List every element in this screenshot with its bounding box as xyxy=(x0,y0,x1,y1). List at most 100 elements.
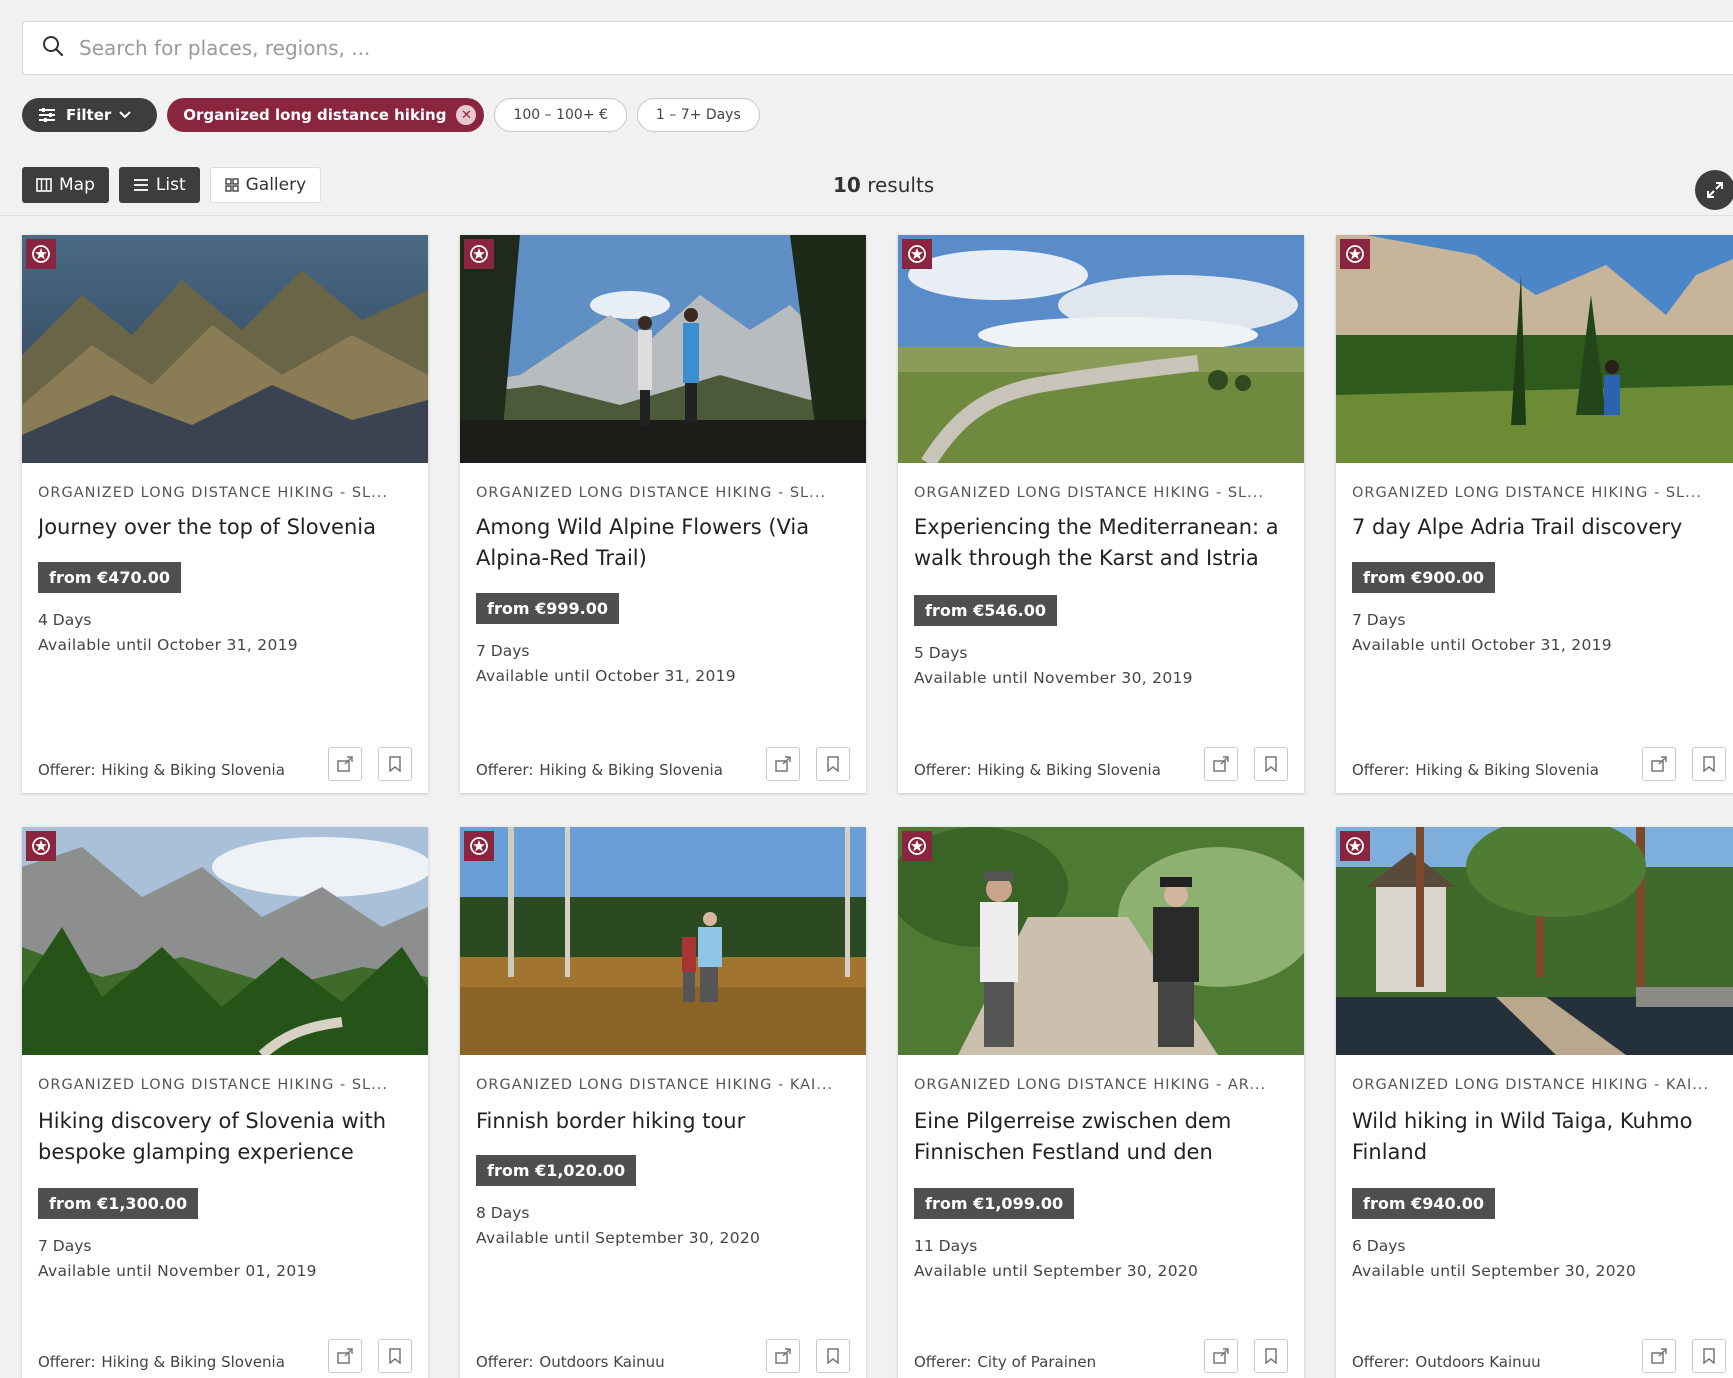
bookmark-icon xyxy=(1703,756,1715,772)
tour-title[interactable]: Experiencing the Mediterranean: a walk t… xyxy=(914,512,1289,576)
share-icon xyxy=(337,1348,353,1364)
tour-card[interactable]: ORGANIZED LONG DISTANCE HIKING - AR... E… xyxy=(898,827,1304,1378)
list-icon xyxy=(133,179,148,191)
bookmark-button[interactable] xyxy=(378,1339,412,1373)
offerer-name[interactable]: Outdoors Kainuu xyxy=(1415,1353,1540,1371)
filter-chips: Filter Organized long distance hiking ✕ … xyxy=(22,98,760,132)
gallery-icon xyxy=(224,178,239,192)
share-button[interactable] xyxy=(328,1339,362,1373)
results-number: 10 xyxy=(833,173,861,197)
organized-hiking-badge-icon xyxy=(902,239,932,269)
tour-photo xyxy=(22,827,428,1055)
organized-hiking-badge-icon xyxy=(464,239,494,269)
offerer-label: Offerer: xyxy=(38,1353,96,1371)
list-view-label: List xyxy=(155,175,186,195)
remove-filter-icon[interactable]: ✕ xyxy=(456,105,477,125)
tour-offerer: Offerer: Outdoors Kainuu xyxy=(476,1353,665,1371)
price-range-chip[interactable]: 100 – 100+ € xyxy=(494,98,627,132)
tour-card[interactable]: ORGANIZED LONG DISTANCE HIKING - SL... A… xyxy=(460,235,866,793)
tour-duration: 7 Days xyxy=(38,1237,92,1255)
bookmark-icon xyxy=(1265,756,1277,772)
organized-hiking-badge-icon xyxy=(26,239,56,269)
tour-card[interactable]: ORGANIZED LONG DISTANCE HIKING - KAI... … xyxy=(460,827,866,1378)
sliders-icon xyxy=(39,108,55,122)
tour-availability: Available until November 30, 2019 xyxy=(914,669,1193,687)
offerer-label: Offerer: xyxy=(476,1353,534,1371)
share-icon xyxy=(1213,1348,1229,1364)
tour-duration: 4 Days xyxy=(38,611,92,629)
tour-duration: 8 Days xyxy=(476,1204,530,1222)
tour-card[interactable]: ORGANIZED LONG DISTANCE HIKING - SL... E… xyxy=(898,235,1304,793)
share-button[interactable] xyxy=(328,747,362,781)
view-switcher: Map List Gallery xyxy=(22,167,322,203)
tour-title[interactable]: Eine Pilgerreise zwischen dem Finnischen… xyxy=(914,1106,1289,1170)
search-bar[interactable] xyxy=(22,21,1733,75)
tour-duration: 5 Days xyxy=(914,644,968,662)
tour-category: ORGANIZED LONG DISTANCE HIKING - KAI... xyxy=(1352,1077,1710,1093)
active-category-chip[interactable]: Organized long distance hiking ✕ xyxy=(167,98,485,132)
offerer-name[interactable]: Hiking & Biking Slovenia xyxy=(977,761,1161,779)
share-button[interactable] xyxy=(1642,1339,1676,1373)
organized-hiking-badge-icon xyxy=(26,831,56,861)
tour-card[interactable]: ORGANIZED LONG DISTANCE HIKING - SL... H… xyxy=(22,827,428,1378)
tour-offerer: Offerer: City of Parainen xyxy=(914,1353,1096,1371)
share-button[interactable] xyxy=(1204,747,1238,781)
tour-offerer: Offerer: Hiking & Biking Slovenia xyxy=(476,761,723,779)
bookmark-button[interactable] xyxy=(1692,747,1726,781)
tour-photo xyxy=(460,827,866,1055)
tour-title[interactable]: Hiking discovery of Slovenia with bespok… xyxy=(38,1106,413,1170)
gallery-view-button[interactable]: Gallery xyxy=(209,167,322,203)
active-category-label: Organized long distance hiking xyxy=(183,106,447,124)
gallery-view-label: Gallery xyxy=(245,175,307,195)
bookmark-button[interactable] xyxy=(1692,1339,1726,1373)
organized-hiking-badge-icon xyxy=(902,831,932,861)
offerer-label: Offerer: xyxy=(476,761,534,779)
results-label: results xyxy=(867,173,935,197)
search-icon xyxy=(41,34,65,62)
bookmark-button[interactable] xyxy=(378,747,412,781)
tour-title[interactable]: Wild hiking in Wild Taiga, Kuhmo Finland xyxy=(1352,1106,1727,1170)
bookmark-button[interactable] xyxy=(816,1339,850,1373)
days-range-chip[interactable]: 1 – 7+ Days xyxy=(636,98,760,132)
tour-photo xyxy=(1336,235,1733,463)
offerer-name[interactable]: Hiking & Biking Slovenia xyxy=(101,761,285,779)
tour-category: ORGANIZED LONG DISTANCE HIKING - SL... xyxy=(38,485,388,501)
tour-offerer: Offerer: Hiking & Biking Slovenia xyxy=(38,1353,285,1371)
offerer-name[interactable]: Outdoors Kainuu xyxy=(539,1353,664,1371)
tour-card[interactable]: ORGANIZED LONG DISTANCE HIKING - SL... 7… xyxy=(1336,235,1733,793)
bookmark-button[interactable] xyxy=(1254,747,1288,781)
share-button[interactable] xyxy=(766,747,800,781)
offerer-label: Offerer: xyxy=(1352,761,1410,779)
share-icon xyxy=(1213,756,1229,772)
bookmark-button[interactable] xyxy=(1254,1339,1288,1373)
tour-price: from €470.00 xyxy=(38,562,181,593)
offerer-name[interactable]: Hiking & Biking Slovenia xyxy=(1415,761,1599,779)
share-button[interactable] xyxy=(766,1339,800,1373)
share-icon xyxy=(337,756,353,772)
tour-offerer: Offerer: Hiking & Biking Slovenia xyxy=(1352,761,1599,779)
tour-category: ORGANIZED LONG DISTANCE HIKING - SL... xyxy=(914,485,1264,501)
share-icon xyxy=(775,1348,791,1364)
search-input[interactable] xyxy=(79,36,1479,60)
map-view-button[interactable]: Map xyxy=(22,167,109,203)
map-view-label: Map xyxy=(59,175,95,195)
tour-availability: Available until October 31, 2019 xyxy=(38,636,298,654)
share-button[interactable] xyxy=(1204,1339,1238,1373)
fullscreen-button[interactable] xyxy=(1695,170,1733,210)
tour-availability: Available until October 31, 2019 xyxy=(476,667,736,685)
tour-card[interactable]: ORGANIZED LONG DISTANCE HIKING - KAI... … xyxy=(1336,827,1733,1378)
tour-title[interactable]: Among Wild Alpine Flowers (Via Alpina-Re… xyxy=(476,512,851,576)
list-view-button[interactable]: List xyxy=(118,167,200,203)
tour-duration: 7 Days xyxy=(1352,611,1406,629)
filter-button[interactable]: Filter xyxy=(22,98,158,132)
tour-price: from €1,020.00 xyxy=(476,1155,637,1186)
bookmark-icon xyxy=(827,756,839,772)
tour-card[interactable]: ORGANIZED LONG DISTANCE HIKING - SL... J… xyxy=(22,235,428,793)
bookmark-button[interactable] xyxy=(816,747,850,781)
offerer-name[interactable]: Hiking & Biking Slovenia xyxy=(101,1353,285,1371)
offerer-name[interactable]: Hiking & Biking Slovenia xyxy=(539,761,723,779)
days-range-label: 1 – 7+ Days xyxy=(655,107,741,123)
share-icon xyxy=(1651,756,1667,772)
share-button[interactable] xyxy=(1642,747,1676,781)
offerer-name[interactable]: City of Parainen xyxy=(977,1353,1096,1371)
